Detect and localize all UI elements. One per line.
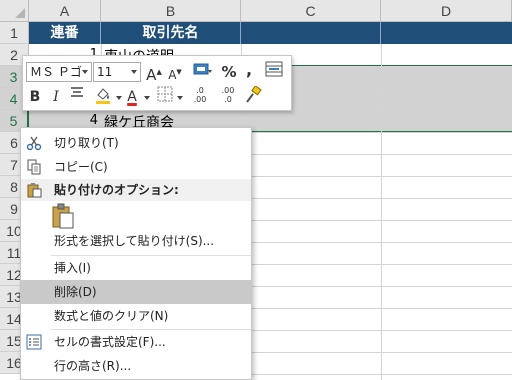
- context-menu: 切り取り(T) コピー(C) 貼り付けのオプション: 形式を選択して貼り付け(S…: [20, 127, 252, 380]
- grow-font-button[interactable]: A▲: [146, 61, 162, 84]
- grid-line: [381, 22, 382, 380]
- menu-item-label: 行の高さ(R)...: [54, 359, 132, 373]
- paste-option-button[interactable]: [51, 203, 77, 229]
- merge-center-button[interactable]: [263, 61, 285, 83]
- menu-item-insert[interactable]: 挿入(I): [21, 256, 251, 280]
- cell-b1[interactable]: 取引先名: [101, 22, 241, 44]
- row-header-1[interactable]: 1: [0, 22, 29, 44]
- menu-item-label: コピー(C): [54, 160, 108, 174]
- menu-item-row-height[interactable]: 行の高さ(R)...: [21, 354, 251, 378]
- menu-item-format-cells[interactable]: セルの書式設定(F)...: [21, 330, 251, 354]
- column-header-d[interactable]: D: [381, 0, 512, 22]
- menu-item-delete[interactable]: 削除(D): [21, 280, 251, 304]
- chevron-down-icon[interactable]: [144, 96, 150, 100]
- comma-style-button[interactable]: ,: [243, 59, 255, 81]
- align-center-button[interactable]: [67, 86, 87, 108]
- scissors-icon: [26, 136, 42, 151]
- menu-item-copy[interactable]: コピー(C): [21, 155, 251, 179]
- select-all-corner[interactable]: [0, 0, 29, 22]
- menu-item-label: 切り取り(T): [54, 136, 119, 150]
- menu-item-paste-special[interactable]: 形式を選択して貼り付け(S)...: [21, 229, 251, 253]
- cell-a1[interactable]: 連番: [29, 22, 101, 44]
- font-name-value: ＭＳ Ｐゴ: [30, 65, 82, 79]
- chevron-down-icon: [82, 70, 88, 74]
- shrink-font-button[interactable]: A▼: [167, 61, 183, 83]
- font-size-value: 11: [97, 65, 113, 79]
- menu-item-label: 挿入(I): [54, 261, 91, 275]
- borders-button[interactable]: [155, 86, 175, 108]
- bold-button[interactable]: B: [27, 86, 43, 108]
- cell-d1[interactable]: [381, 22, 512, 44]
- format-painter-icon: [246, 85, 262, 103]
- font-size-combo[interactable]: 11: [93, 62, 141, 82]
- align-icon: [71, 87, 83, 97]
- column-header-a[interactable]: A: [29, 0, 101, 22]
- font-color-button[interactable]: A: [123, 86, 141, 108]
- cell-c1[interactable]: [241, 22, 381, 44]
- column-header-b[interactable]: B: [101, 0, 241, 22]
- copy-icon: [27, 159, 41, 175]
- paste-icon: [27, 183, 42, 198]
- accounting-format-button[interactable]: [189, 61, 217, 83]
- chevron-down-icon[interactable]: [177, 96, 183, 100]
- font-name-combo[interactable]: ＭＳ Ｐゴ: [26, 62, 92, 82]
- decrease-decimal-label: .00 .0: [221, 86, 235, 104]
- fill-color-button[interactable]: [91, 86, 115, 108]
- menu-item-clear-contents[interactable]: 数式と値のクリア(N): [21, 304, 251, 328]
- merge-icon: [265, 61, 283, 77]
- borders-icon: [157, 86, 173, 102]
- increase-decimal-label: .0 .00: [193, 86, 207, 104]
- increase-decimal-button[interactable]: .0 .00: [189, 86, 211, 108]
- italic-button[interactable]: I: [49, 86, 63, 108]
- accounting-format-icon: [193, 63, 212, 75]
- font-color-letter: A: [127, 89, 137, 105]
- clipboard-paste-icon: [52, 203, 74, 229]
- grow-font-label: A: [146, 66, 157, 84]
- cell-a5[interactable]: 4: [28, 113, 98, 128]
- format-painter-button[interactable]: [243, 85, 263, 108]
- chevron-down-icon: [131, 70, 137, 74]
- format-cells-icon: [26, 334, 42, 350]
- menu-item-label: 形式を選択して貼り付け(S)...: [54, 234, 215, 248]
- menu-item-label: 削除(D): [54, 285, 97, 299]
- paste-options-header: 貼り付けのオプション:: [21, 179, 251, 201]
- decrease-decimal-button[interactable]: .00 .0: [217, 86, 239, 108]
- menu-item-label: セルの書式設定(F)...: [54, 335, 166, 349]
- column-header-c[interactable]: C: [241, 0, 381, 22]
- chevron-down-icon[interactable]: [116, 96, 122, 100]
- mini-toolbar: ＭＳ Ｐゴ 11 A▲ A▼ % , B I A .0 .00 .00 .0: [22, 55, 292, 111]
- percent-style-button[interactable]: %: [221, 61, 237, 83]
- paste-options-label: 貼り付けのオプション:: [54, 183, 179, 197]
- menu-item-label: 数式と値のクリア(N): [54, 309, 169, 323]
- fill-color-icon: [96, 88, 110, 104]
- menu-item-cut[interactable]: 切り取り(T): [21, 131, 251, 155]
